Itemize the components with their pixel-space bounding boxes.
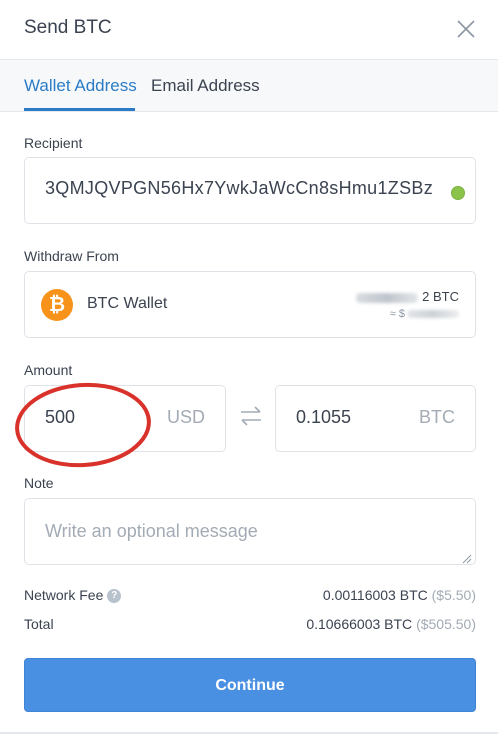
- withdraw-from-label: Withdraw From: [24, 248, 119, 264]
- resize-handle-icon[interactable]: [462, 551, 472, 564]
- wallet-selector[interactable]: ₿ BTC Wallet 2 BTC ≈ $: [24, 271, 476, 338]
- note-label: Note: [24, 475, 54, 491]
- active-tab-indicator: [24, 108, 135, 111]
- total-btc: 0.10666003 BTC: [306, 616, 413, 632]
- fiat-unit: USD: [166, 407, 205, 427]
- network-fee-btc: 0.00116003 BTC: [322, 587, 428, 603]
- network-fee-usd: ($5.50): [431, 587, 476, 603]
- modal-header: Send BTC: [0, 0, 498, 60]
- annotation-circle: [15, 382, 151, 468]
- total-usd: ($505.50): [416, 616, 476, 632]
- wallet-balance-usd: ≈ $: [390, 308, 459, 320]
- help-icon[interactable]: ?: [107, 589, 122, 604]
- close-icon[interactable]: [456, 19, 476, 39]
- tab-email-address[interactable]: Email Address: [151, 76, 260, 96]
- redacted-balance: [356, 292, 419, 303]
- continue-button[interactable]: Continue: [24, 658, 476, 712]
- note-textarea[interactable]: Write an optional message: [24, 498, 476, 565]
- crypto-amount-value[interactable]: 0.1055: [296, 407, 351, 428]
- amount-label: Amount: [24, 362, 73, 378]
- recipient-label: Recipient: [24, 135, 83, 151]
- valid-address-indicator-icon: [451, 186, 465, 200]
- redacted-usd: [407, 310, 459, 319]
- swap-currency-icon[interactable]: [238, 403, 264, 429]
- crypto-unit: BTC: [419, 407, 455, 427]
- note-placeholder: Write an optional message: [45, 521, 258, 541]
- tab-bar: Wallet Address Email Address: [0, 60, 498, 112]
- wallet-name: BTC Wallet: [87, 295, 168, 312]
- bitcoin-icon: ₿: [41, 289, 73, 321]
- recipient-value[interactable]: 3QMJQVPGN56Hx7YwkJaWcCn8sHmu1ZSBzq: [45, 178, 433, 199]
- tab-wallet-address[interactable]: Wallet Address: [24, 76, 137, 96]
- total-label: Total: [24, 616, 54, 632]
- recipient-field[interactable]: 3QMJQVPGN56Hx7YwkJaWcCn8sHmu1ZSBzq: [24, 157, 476, 224]
- crypto-amount-input[interactable]: 0.1055 BTC: [275, 385, 476, 452]
- modal-title: Send BTC: [24, 17, 112, 38]
- wallet-balance-btc: 2 BTC: [356, 289, 459, 304]
- network-fee-label: Network Fee: [24, 587, 104, 603]
